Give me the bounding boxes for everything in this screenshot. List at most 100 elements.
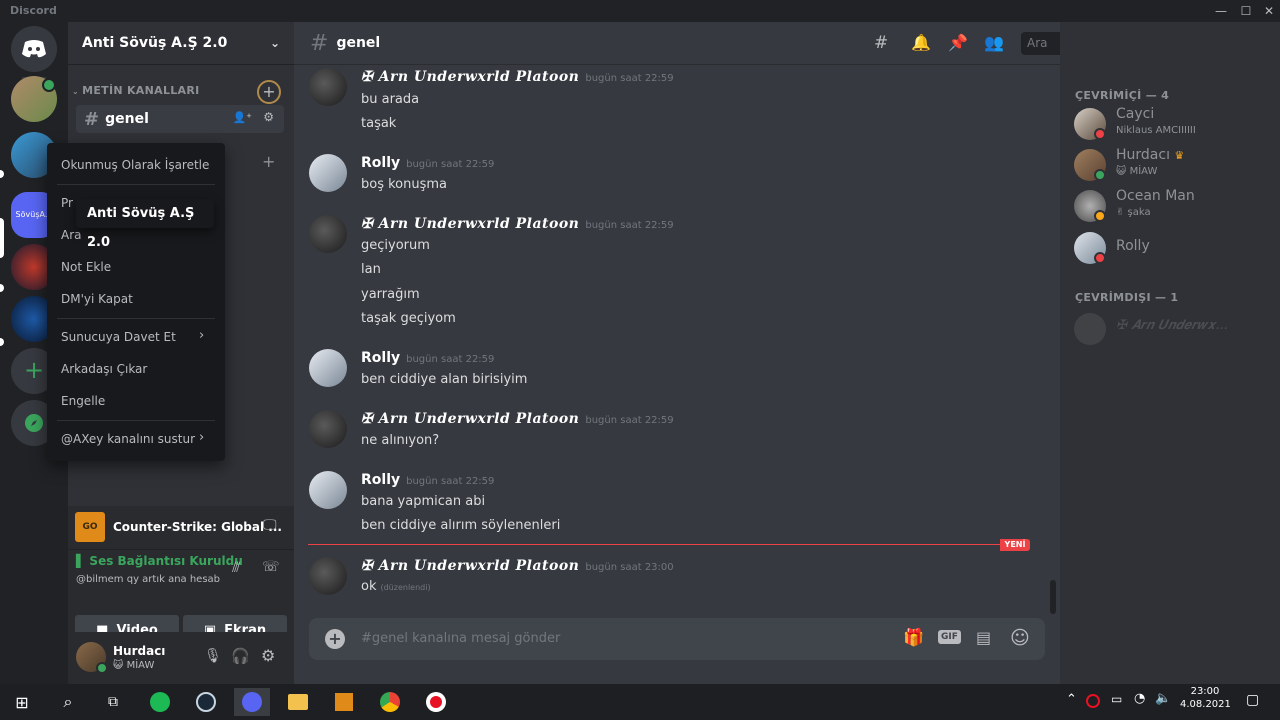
spotify-icon — [150, 692, 170, 712]
message-timestamp: bugün saat 23:00 — [585, 562, 674, 573]
dnd-status-icon — [1094, 252, 1106, 264]
avatar[interactable] — [309, 557, 347, 595]
avatar[interactable] — [309, 471, 347, 509]
member-item-ocean-man[interactable]: Ocean Man ✌ şaka — [1074, 186, 1274, 226]
server-header[interactable]: Anti Sövüş A.Ş 2.0 ⌄ — [68, 22, 294, 65]
bell-icon[interactable]: 🔔 — [911, 33, 931, 52]
add-icon[interactable]: + — [262, 152, 275, 171]
online-header: ÇEVRİMİÇİ — 4 — [1075, 89, 1170, 102]
scrollbar[interactable] — [1050, 580, 1056, 614]
message-timestamp: bugün saat 22:59 — [585, 415, 674, 426]
maximize-button[interactable]: ☐ — [1235, 1, 1257, 21]
search-button[interactable]: ⌕ — [50, 688, 86, 716]
menu-item-mute[interactable]: @AXey kanalını sustur — [61, 432, 195, 446]
settings-gear-icon[interactable]: ⚙ — [261, 646, 275, 665]
online-status-icon — [1094, 169, 1106, 181]
author-name: Rolly — [361, 350, 401, 366]
notifications-icon[interactable]: ▢ — [1246, 692, 1259, 708]
author-name: Rolly — [361, 155, 401, 171]
message-text: geçiyorum — [361, 238, 430, 253]
chevron-right-icon: › — [199, 430, 205, 445]
voice-status[interactable]: ▌ Ses Bağlantısı Kuruldu — [76, 554, 243, 568]
noise-suppression-icon[interactable]: ⫻ — [232, 560, 240, 576]
attach-button[interactable]: + — [325, 629, 345, 649]
create-channel-button[interactable]: + — [257, 80, 281, 104]
chrome-button[interactable] — [372, 688, 408, 716]
message-input[interactable]: #genel kanalına mesaj gönder — [361, 631, 560, 646]
message-text: bana yapmican abi — [361, 494, 486, 509]
steam-button[interactable] — [188, 688, 224, 716]
battery-icon[interactable]: ▭ — [1111, 692, 1122, 706]
avatar — [1074, 313, 1106, 345]
gift-icon[interactable]: 🎁 — [903, 628, 924, 648]
task-view-button[interactable]: ⧉ — [95, 688, 131, 716]
home-button[interactable] — [11, 26, 57, 72]
menu-item-invite[interactable]: Sunucuya Davet Et — [61, 330, 176, 344]
gif-button[interactable]: GIF — [938, 630, 961, 644]
chevron-up-icon[interactable]: ⌃ — [1066, 692, 1077, 707]
stream-game-icon[interactable]: 🖵 — [263, 517, 277, 533]
menu-item-block[interactable]: Engelle — [61, 394, 105, 408]
message-author[interactable]: Rolly bugün saat 22:59 — [361, 155, 494, 171]
menu-item-remove-friend[interactable]: Arkadaşı Çıkar — [61, 362, 147, 376]
clock[interactable]: 23:00 4.08.2021 — [1180, 686, 1231, 710]
member-item-offline[interactable]: ✠ 𝑨𝒓𝒏 𝑼𝒏𝒅𝒆𝒓𝒘𝒙... — [1074, 309, 1274, 349]
explorer-button[interactable] — [280, 688, 316, 716]
author-name: ✠ 𝑨𝒓𝒏 𝑼𝒏𝒅𝒆𝒓𝒘𝒙𝒓𝒍𝒅 𝑷𝒍𝒂𝒕𝒐𝒐𝒏 — [361, 411, 580, 427]
close-button[interactable]: ✕ — [1258, 1, 1280, 21]
message-author[interactable]: ✠ 𝑨𝒓𝒏 𝑼𝒏𝒅𝒆𝒓𝒘𝒙𝒓𝒍𝒅 𝑷𝒍𝒂𝒕𝒐𝒐𝒏 bugün saat 22:59 — [361, 69, 674, 85]
menu-item-add-note[interactable]: Not Ekle — [61, 260, 111, 274]
wifi-icon[interactable]: ◔ — [1134, 691, 1145, 706]
windows-icon: ⊞ — [15, 692, 29, 712]
message-author[interactable]: Rolly bugün saat 22:59 — [361, 472, 494, 488]
emoji-icon[interactable]: ☺ — [1010, 627, 1030, 649]
message-timestamp: bugün saat 22:59 — [585, 73, 674, 84]
avatar[interactable] — [309, 154, 347, 192]
message-text: yarrağım — [361, 287, 420, 302]
recorder-button[interactable] — [418, 688, 454, 716]
category-header[interactable]: ⌄ METİN KANALLARI — [72, 84, 200, 97]
headphones-icon[interactable]: 🎧 — [231, 647, 250, 665]
menu-item-profile[interactable]: Pr — [61, 196, 73, 210]
menu-item-mark-read[interactable]: Okunmuş Olarak İşaretle — [61, 158, 209, 172]
csgo-taskbar-button[interactable] — [326, 688, 362, 716]
record-tray-icon[interactable] — [1086, 694, 1100, 708]
member-item-hurdaci[interactable]: Hurdacı ♛ 😺 MİAW — [1074, 145, 1274, 185]
avatar[interactable] — [309, 410, 347, 448]
steam-icon — [196, 692, 216, 712]
member-item-cayci[interactable]: Cayci Niklaus AMCIIIIII — [1074, 104, 1274, 144]
message-author[interactable]: Rolly bugün saat 22:59 — [361, 350, 494, 366]
avatar[interactable] — [309, 215, 347, 253]
member-item-rolly[interactable]: Rolly — [1074, 228, 1274, 268]
gear-icon[interactable]: ⚙ — [263, 110, 274, 124]
menu-item-close-dm[interactable]: DM'yi Kapat — [61, 292, 133, 306]
invite-icon[interactable]: 👤⁺ — [232, 111, 252, 124]
threads-icon[interactable]: # — [874, 33, 888, 53]
pin-icon[interactable]: 📌 — [948, 33, 968, 52]
user-panel: Hurdacı 😺 MİAW 🎙 🎧 ⚙ — [68, 632, 294, 684]
microphone-icon[interactable]: 🎙 — [204, 648, 222, 664]
sticker-icon[interactable]: ▤ — [976, 628, 991, 647]
minimize-button[interactable]: — — [1210, 1, 1232, 21]
start-button[interactable]: ⊞ — [4, 688, 40, 716]
member-list: ÇEVRİMİÇİ — 4 Cayci Niklaus AMCIIIIII Hu… — [1060, 22, 1280, 684]
message-author[interactable]: ✠ 𝑨𝒓𝒏 𝑼𝒏𝒅𝒆𝒓𝒘𝒙𝒓𝒍𝒅 𝑷𝒍𝒂𝒕𝒐𝒐𝒏 bugün saat 22:59 — [361, 411, 674, 427]
message-text: taşak — [361, 116, 397, 131]
voice-channel-name[interactable]: @bilmem qy artık ana hesab — [76, 574, 220, 585]
discord-taskbar-button[interactable] — [234, 688, 270, 716]
dnd-status-icon — [1094, 128, 1106, 140]
csgo-icon: GO — [75, 512, 105, 542]
csgo-icon — [335, 693, 353, 711]
volume-icon[interactable]: 🔈 — [1155, 691, 1171, 706]
message-author[interactable]: ✠ 𝑨𝒓𝒏 𝑼𝒏𝒅𝒆𝒓𝒘𝒙𝒓𝒍𝒅 𝑷𝒍𝒂𝒕𝒐𝒐𝒏 bugün saat 23:00 — [361, 558, 674, 574]
message-author[interactable]: ✠ 𝑨𝒓𝒏 𝑼𝒏𝒅𝒆𝒓𝒘𝒙𝒓𝒍𝒅 𝑷𝒍𝒂𝒕𝒐𝒐𝒏 bugün saat 22:59 — [361, 216, 674, 232]
server-name: Anti Sövüş A.Ş 2.0 — [82, 35, 228, 51]
menu-item-search[interactable]: Ara — [61, 228, 82, 242]
members-icon[interactable]: 👥 — [984, 33, 1004, 52]
channel-item-genel[interactable]: # genel 👤⁺ ⚙ — [76, 105, 284, 133]
avatar[interactable] — [309, 349, 347, 387]
disconnect-icon[interactable]: ☏ — [262, 559, 280, 575]
avatar[interactable] — [309, 68, 347, 106]
spotify-button[interactable] — [142, 688, 178, 716]
chrome-icon — [380, 692, 400, 712]
